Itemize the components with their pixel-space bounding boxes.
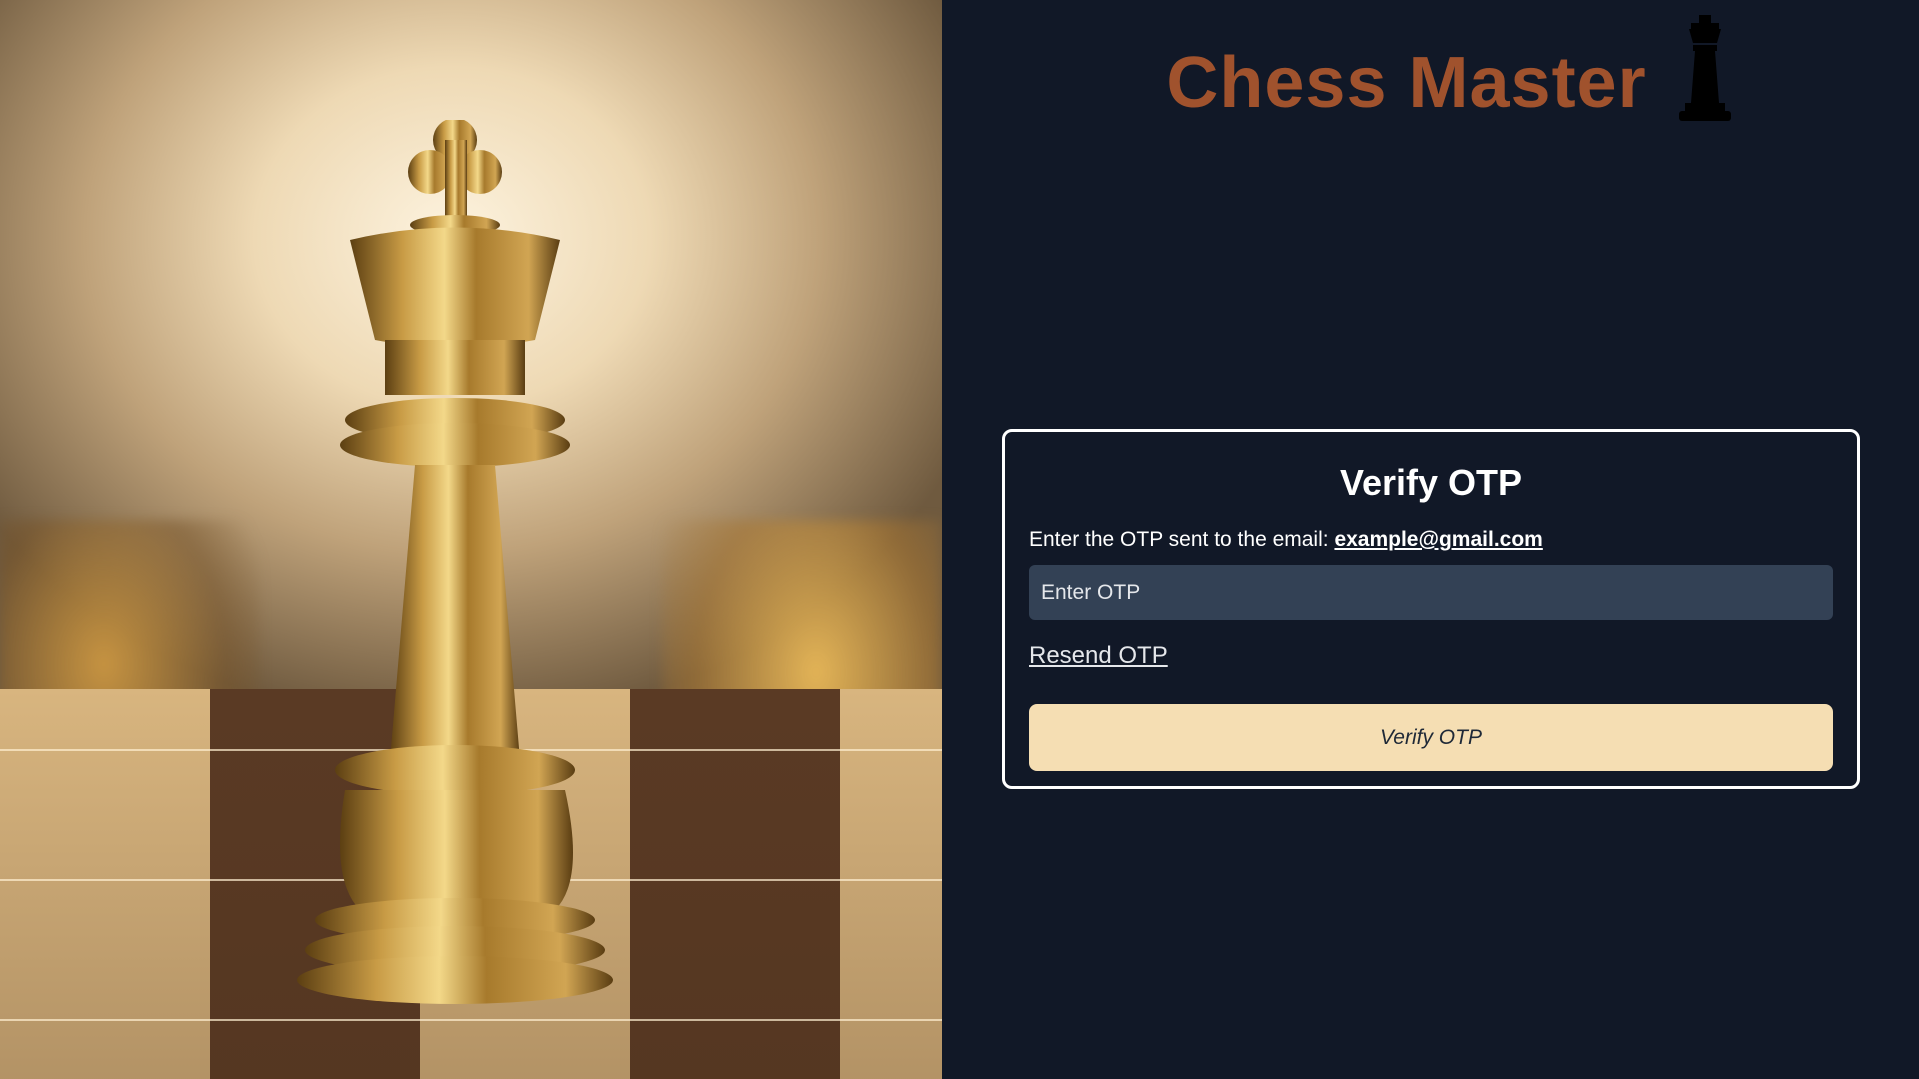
brand-header: Chess Master	[942, 10, 1919, 124]
otp-instruction-text: Enter the OTP sent to the email:	[1029, 528, 1335, 551]
verify-otp-card: Verify OTP Enter the OTP sent to the ema…	[1002, 429, 1860, 789]
auth-panel: Chess Master Verify OTP Enter the OTP se…	[942, 0, 1919, 1079]
card-title: Verify OTP	[1339, 462, 1523, 503]
chess-rook-icon	[1678, 15, 1731, 121]
otp-instruction: Enter the OTP sent to the email: example…	[1029, 528, 1543, 552]
verify-otp-button[interactable]: Verify OTP	[1029, 704, 1833, 771]
email-link[interactable]: example@gmail.com	[1334, 528, 1542, 551]
hero-chess-king-image	[0, 0, 942, 1079]
brand-title: Chess Master	[1166, 43, 1647, 123]
otp-input[interactable]	[1029, 565, 1833, 620]
chess-king-icon	[297, 120, 613, 1004]
resend-otp-link[interactable]: Resend OTP	[1029, 642, 1168, 670]
otp-verification-page: Chess Master Verify OTP Enter the OTP se…	[0, 0, 1919, 1079]
